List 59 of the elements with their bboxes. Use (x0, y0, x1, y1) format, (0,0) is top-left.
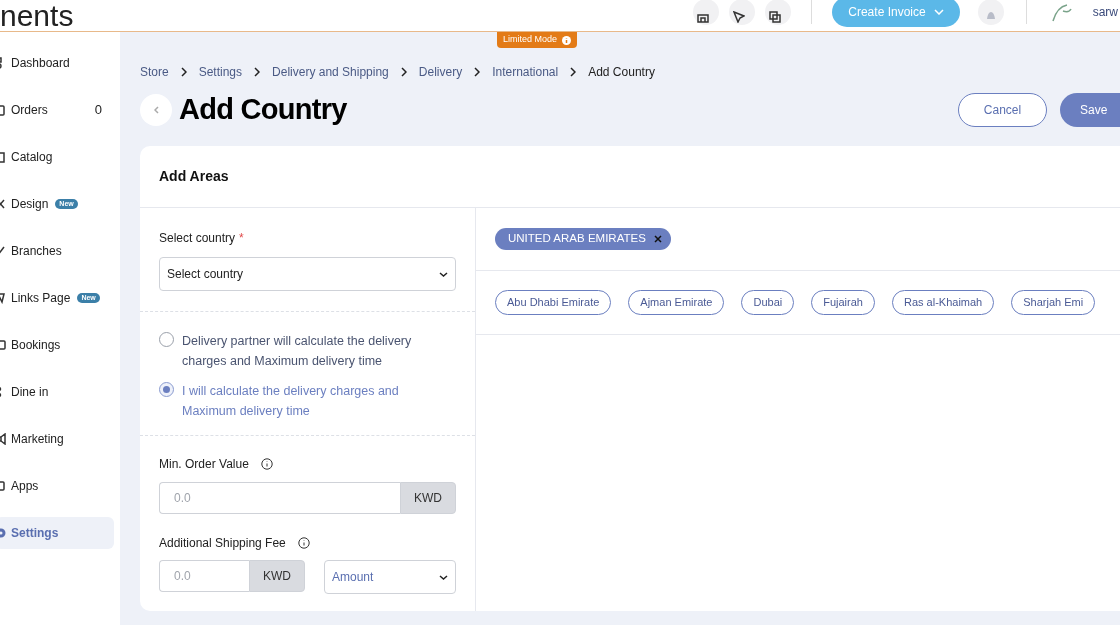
breadcrumb-current: Add Country (588, 64, 655, 81)
field-label: Min. Order Value (159, 456, 249, 473)
required-mark: * (239, 230, 244, 247)
sidebar-item[interactable]: Dine in (0, 376, 114, 408)
save-button[interactable]: Save (1060, 93, 1120, 127)
chevron-down-icon (439, 271, 448, 277)
chevron-right-icon (254, 67, 261, 77)
bell-icon (984, 11, 997, 21)
amount-field[interactable]: 0.0 (159, 560, 249, 592)
field-label: Additional Shipping Fee (159, 535, 286, 552)
sidebar-item[interactable]: Dashboard (0, 47, 114, 79)
store-icon (697, 11, 710, 23)
breadcrumb-link[interactable]: Store (140, 63, 169, 81)
logo-text: nents (0, 1, 74, 31)
limited-mode-badge: Limited Mode (497, 32, 578, 48)
send-button[interactable] (729, 0, 756, 25)
radio-button[interactable] (159, 332, 174, 347)
copy-button[interactable] (765, 0, 792, 25)
chevron-left-icon (153, 106, 159, 114)
sidebar-item[interactable]: Marketing (0, 423, 114, 455)
chevron-right-icon (570, 67, 577, 77)
user-name: sarw (1092, 4, 1119, 21)
delivery-option[interactable]: Delivery partner will calculate the delivery charges and Maximum delivery time (159, 331, 456, 371)
currency-unit: KWD (400, 482, 456, 514)
sidebar-item[interactable]: Settings (0, 517, 114, 549)
country-select[interactable]: Select country (159, 257, 456, 291)
send-icon (733, 11, 746, 23)
cancel-button[interactable]: Cancel (958, 93, 1047, 127)
breadcrumb-link[interactable]: International (492, 63, 559, 81)
sidebar-item[interactable]: Catalog (0, 141, 114, 173)
breadcrumb-link[interactable]: Settings (198, 63, 243, 81)
breadcrumb-link[interactable]: Delivery and Shipping (272, 63, 389, 81)
sidebar-item[interactable]: Bookings (0, 329, 114, 361)
close-icon (653, 235, 662, 243)
store-button[interactable] (693, 0, 720, 25)
radio-button[interactable] (159, 382, 174, 397)
delivery-option[interactable]: I will calculate the delivery charges and Maximum delivery time (159, 381, 456, 421)
orders-count: 0 (94, 101, 102, 120)
breadcrumb-link[interactable]: Delivery (418, 63, 463, 81)
info-icon (260, 458, 273, 470)
amount-field[interactable]: 0.0 (159, 482, 400, 514)
chevron-right-icon (180, 67, 187, 77)
fee-type-select[interactable]: Amount (324, 560, 456, 594)
sidebar-item[interactable]: Orders 0 (0, 94, 114, 126)
info-icon (562, 35, 572, 45)
card-title: Add Areas (159, 167, 229, 186)
copy-icon (769, 11, 782, 23)
remove-tag-button[interactable] (653, 235, 662, 243)
chevron-down-icon (933, 9, 944, 15)
page-title: Add Country (179, 92, 347, 128)
currency-unit: KWD (249, 560, 305, 592)
field-label: Select country (159, 230, 236, 247)
info-icon (297, 537, 310, 549)
chevron-right-icon (400, 67, 407, 77)
sidebar-item[interactable]: Branches (0, 235, 114, 267)
chevron-right-icon (474, 67, 481, 77)
chevron-down-icon (439, 574, 448, 580)
sidebar-item[interactable]: Apps (0, 470, 114, 502)
country-tag: UNITED ARAB EMIRATES (495, 228, 671, 250)
